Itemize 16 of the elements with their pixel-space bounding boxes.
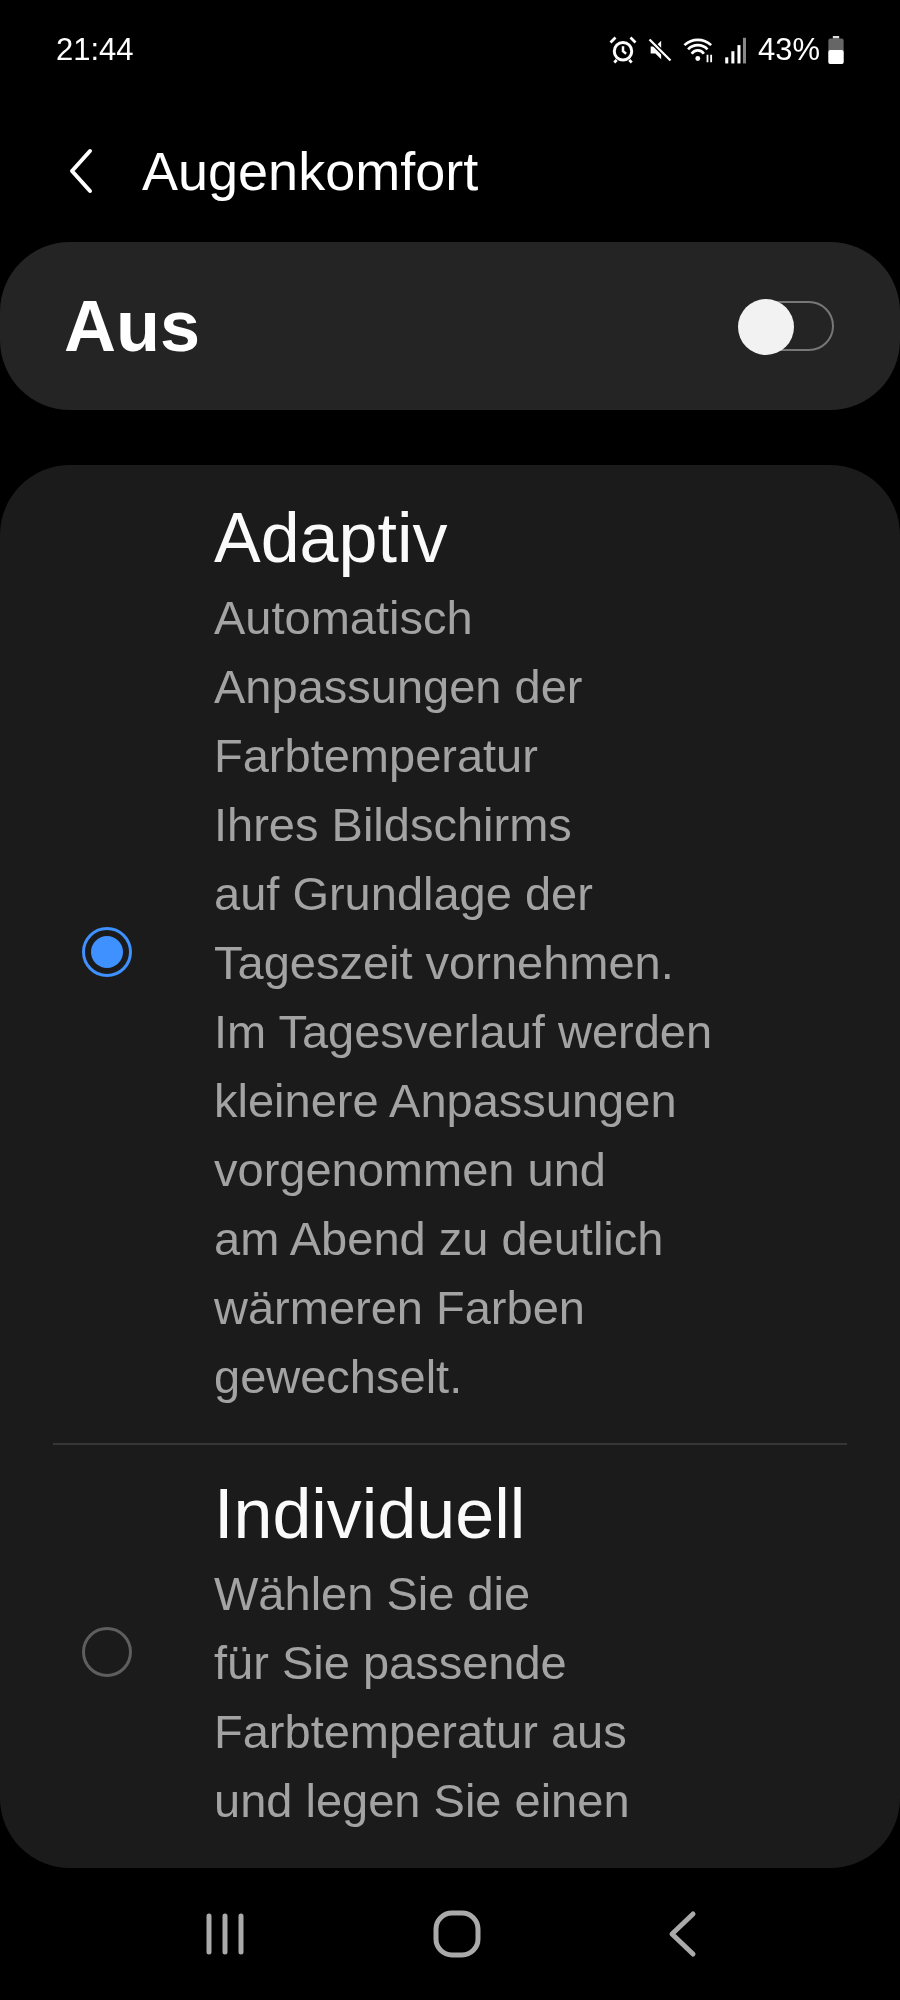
back-icon[interactable] bbox=[667, 1910, 698, 1958]
option-description: Wählen Sie die für Sie passende Farbtemperatur aus und legen Sie einen bbox=[214, 1566, 631, 1829]
radio-button[interactable] bbox=[82, 1627, 132, 1677]
radio-button[interactable] bbox=[82, 927, 132, 977]
option-title: Adaptiv bbox=[214, 498, 449, 579]
status-time: 21:44 bbox=[56, 32, 134, 68]
switch-label: Aus bbox=[64, 285, 201, 367]
signal-icon bbox=[723, 35, 746, 65]
option-title: Individuell bbox=[214, 1474, 527, 1555]
alarm-clock-icon bbox=[607, 35, 638, 65]
muted-speaker-icon bbox=[645, 35, 674, 65]
home-icon[interactable] bbox=[432, 1909, 482, 1959]
battery-percentage: 43% bbox=[757, 32, 820, 68]
option-description: Automatisch Anpassungen der Farbtemperatur Ihres Bildschirms auf Grundlage der Tageszeit vornehmen. Im Tagesverlauf werden kleinere Anpassungen vorgenommen und am Abend zu deutlich wärmeren Farben gewechselt. bbox=[214, 590, 714, 1405]
battery-icon bbox=[828, 36, 844, 64]
page-title: Augenkomfort bbox=[142, 140, 479, 202]
